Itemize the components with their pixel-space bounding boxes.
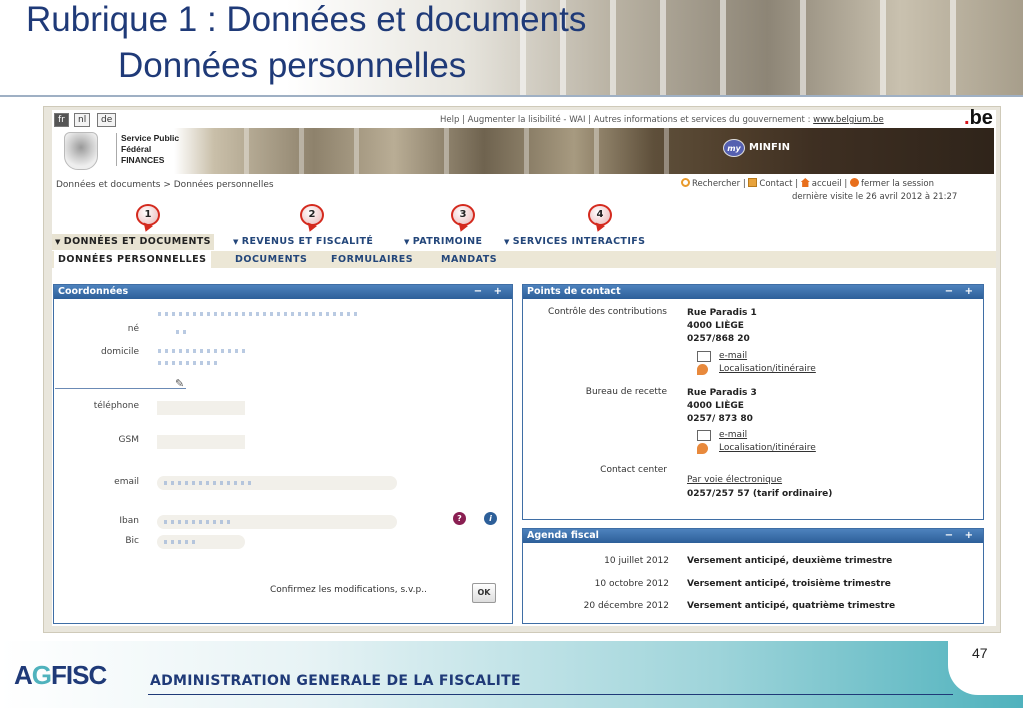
panel-toggle-controls[interactable]: − + (945, 285, 977, 299)
domicile-label: domicile (101, 347, 139, 357)
recette-email-link[interactable]: e-mail (719, 430, 747, 440)
logout-icon (849, 178, 859, 187)
coordonnees-panel: Coordonnées − + né domicile ✎ téléphone … (53, 284, 513, 624)
contact-link[interactable]: Contact (759, 179, 792, 189)
address-separator (55, 388, 186, 389)
spf-finances-label: Service Public Fédéral FINANCES (116, 133, 179, 166)
lang-fr-button[interactable]: fr (54, 113, 69, 127)
mail-icon (748, 178, 758, 187)
breadcrumb[interactable]: Données et documents > Données personnel… (56, 180, 274, 190)
subnav-mandats[interactable]: MANDATS (441, 251, 497, 268)
address-redacted-1 (158, 349, 248, 353)
be-logo[interactable]: .be (964, 107, 993, 130)
subnav-formulaires[interactable]: FORMULAIRES (331, 251, 413, 268)
agenda-item: Versement anticipé, deuxième trimestre (687, 556, 893, 566)
contact-address-controle: Rue Paradis 1 4000 LIÈGE 0257/868 20 (687, 308, 757, 344)
last-visit-text: dernière visite le 26 avril 2012 à 21:27 (792, 192, 958, 202)
contact-address-recette: Rue Paradis 3 4000 LIÈGE 0257/ 873 80 (687, 388, 757, 424)
contact-panel: Points de contact − + Contrôle des contr… (522, 284, 984, 520)
home-icon (800, 178, 810, 187)
address-redacted-2 (158, 361, 218, 365)
map-pin-icon (697, 443, 708, 454)
myminfin-logo[interactable]: my MINFIN (721, 137, 831, 159)
iban-help-icon[interactable]: ? (453, 512, 466, 525)
coordonnees-header: Coordonnées − + (54, 285, 512, 299)
top-links: Help | Augmenter la lisibilité - WAI | A… (440, 115, 884, 125)
email-redacted (164, 481, 254, 485)
agenda-item: Versement anticipé, troisième trimestre (687, 579, 891, 589)
search-icon (681, 178, 690, 187)
controle-location-link[interactable]: Localisation/itinéraire (719, 364, 816, 374)
agenda-header: Agenda fiscal − + (523, 529, 983, 543)
subnav-donnees-personnelles[interactable]: DONNÉES PERSONNELLES (54, 251, 211, 268)
top-links-text[interactable]: Help | Augmenter la lisibilité - WAI | A… (440, 115, 810, 125)
nav-patrimoine[interactable]: ▼ PATRIMOINE (404, 234, 482, 250)
agenda-date: 10 octobre 2012 (594, 579, 669, 589)
gsm-label: GSM (118, 435, 139, 445)
email-label: email (114, 477, 139, 487)
callout-3: 3 (451, 204, 475, 226)
agenda-date: 20 décembre 2012 (583, 601, 669, 611)
slide-title: Rubrique 1 : Données et documents (26, 0, 587, 39)
agency-name: ADMINISTRATION GENERALE DE LA FISCALITE (150, 673, 521, 689)
main-nav: ▼ DONNÉES ET DOCUMENTS ▼ REVENUS ET FISCAL… (52, 234, 996, 250)
bic-label: Bic (125, 536, 139, 546)
myminfin-page: fr nl de Help | Augmenter la lisibilité … (52, 107, 996, 626)
panel-toggle-controls[interactable]: − + (945, 529, 977, 543)
birth-redacted (176, 330, 186, 334)
callout-2: 2 (300, 204, 324, 226)
panel-toggle-controls[interactable]: − + (474, 285, 506, 299)
logout-link[interactable]: fermer la session (861, 179, 934, 189)
ok-button[interactable]: OK (472, 583, 496, 603)
site-banner: Service Public Fédéral FINANCES my MINFIN (54, 128, 994, 174)
telephone-field[interactable] (157, 401, 245, 415)
contact-label-controle: Contrôle des contributions (548, 307, 667, 317)
confirm-message: Confirmez les modifications, s.v.p.. (270, 585, 427, 595)
contact-label-recette: Bureau de recette (585, 387, 667, 397)
footer-underline (148, 694, 953, 695)
controle-email-link[interactable]: e-mail (719, 351, 747, 361)
recette-location-link[interactable]: Localisation/itinéraire (719, 443, 816, 453)
lang-nl-button[interactable]: nl (74, 113, 91, 127)
agfisc-logo: AGFISC (14, 660, 107, 690)
callout-4: 4 (588, 204, 612, 226)
slide-divider (0, 95, 1023, 97)
nav-donnees-documents[interactable]: ▼ DONNÉES ET DOCUMENTS (52, 234, 214, 250)
contact-header: Points de contact − + (523, 285, 983, 299)
gsm-field[interactable] (157, 435, 245, 449)
my-icon: my (723, 139, 745, 157)
telephone-label: téléphone (93, 401, 139, 411)
email-icon (697, 351, 711, 362)
edit-pencil-icon[interactable]: ✎ (175, 377, 184, 390)
search-link[interactable]: Rechercher (692, 179, 740, 189)
nav-revenus-fiscalite[interactable]: ▼ REVENUS ET FISCALITÉ (233, 234, 373, 250)
sub-nav: DONNÉES PERSONNELLES DOCUMENTS FORMULAIR… (52, 251, 996, 268)
agenda-item: Versement anticipé, quatrième trimestre (687, 601, 896, 611)
agenda-date: 10 juillet 2012 (604, 556, 669, 566)
info-icon[interactable]: i (484, 512, 497, 525)
map-pin-icon (697, 364, 708, 375)
iban-redacted (164, 520, 234, 524)
electronic-contact-link[interactable]: Par voie électronique (687, 475, 782, 485)
contact-label-center: Contact center (600, 465, 667, 475)
subnav-documents[interactable]: DOCUMENTS (235, 251, 307, 268)
iban-label: Iban (119, 516, 139, 526)
belgium-link[interactable]: www.belgium.be (813, 115, 884, 125)
belgian-crest-icon (64, 132, 98, 170)
born-label: né (127, 324, 139, 334)
nav-services-interactifs[interactable]: ▼ SERVICES INTERACTIFS (504, 234, 645, 250)
email-icon (697, 430, 711, 441)
contact-center-phone: 0257/257 57 (tarif ordinaire) (687, 489, 833, 499)
home-link[interactable]: accueil (812, 179, 842, 189)
callout-1: 1 (136, 204, 160, 226)
agenda-panel: Agenda fiscal − + 10 juillet 2012 Versem… (522, 528, 984, 624)
lang-de-button[interactable]: de (97, 113, 117, 127)
name-redacted (158, 312, 358, 316)
bic-redacted (164, 540, 199, 544)
slide-number: 47 (972, 645, 988, 661)
utility-links: Rechercher | Contact | accueil | fermer … (681, 178, 934, 189)
slide-subtitle: Données personnelles (118, 46, 467, 85)
